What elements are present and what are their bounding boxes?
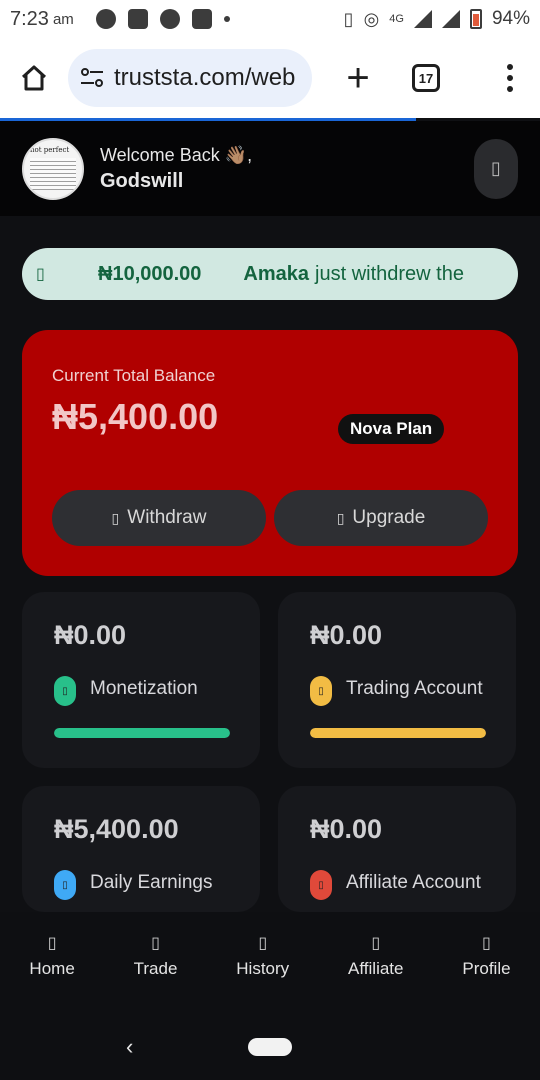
nav-trade-label: Trade xyxy=(133,959,178,978)
trading-account-card[interactable]: ₦0.00 ▯ Trading Account xyxy=(278,592,516,768)
upgrade-icon: ▯ xyxy=(336,509,345,526)
browser-menu-button[interactable] xyxy=(500,64,520,92)
monetization-icon: ▯ xyxy=(54,676,76,706)
nav-home-label: Home xyxy=(29,959,75,978)
notifications-button[interactable]: ▯ xyxy=(474,138,518,199)
youtube-icon xyxy=(191,9,212,29)
monetization-progress xyxy=(54,728,230,738)
vibrate-icon: ▯ xyxy=(343,8,354,29)
battery-icon xyxy=(469,9,482,29)
home-nav-icon: ▯ xyxy=(47,935,57,952)
trading-account-progress xyxy=(310,728,486,738)
withdraw-button[interactable]: ▯ Withdraw xyxy=(52,490,266,546)
signal-icon xyxy=(413,10,432,28)
daily-earnings-value: ₦5,400.00 xyxy=(54,814,179,844)
welcome-text: Welcome Back 👋🏽, xyxy=(100,144,253,165)
daily-earnings-card[interactable]: ₦5,400.00 ▯ Daily Earnings xyxy=(22,786,260,912)
browser-toolbar: truststa.com/web + 17 xyxy=(0,38,540,118)
nav-trade[interactable]: ▯ Trade xyxy=(134,933,178,979)
withdraw-icon: ▯ xyxy=(111,509,120,526)
status-time: 7:23 xyxy=(10,7,49,30)
affiliate-account-icon: ▯ xyxy=(310,870,332,900)
username: Godswill xyxy=(100,169,184,192)
news-icon xyxy=(127,9,148,29)
bottom-navigation: ▯ Home ▯ Trade ▯ History ▯ Affiliate ▯ P… xyxy=(0,912,540,1004)
more-notifications-icon xyxy=(223,16,230,22)
trade-icon: ▯ xyxy=(151,935,160,952)
app-header: not perfect Welcome Back 👋🏽, Godswill ▯ xyxy=(0,121,540,216)
bell-icon: ▯ xyxy=(491,158,501,178)
ticker-message: just withdrew the xyxy=(315,262,464,285)
status-bar: 7:23 am ▯ ◎ 4G 94% xyxy=(0,0,540,38)
ticker-amount: ₦10,000.00 xyxy=(98,262,202,285)
system-status: ▯ ◎ 4G 94% xyxy=(344,8,530,30)
signal-icon-2 xyxy=(441,10,460,28)
daily-earnings-icon: ▯ xyxy=(54,870,76,900)
trading-account-label: Trading Account xyxy=(346,678,483,699)
system-home-pill[interactable] xyxy=(248,1038,292,1056)
system-back-button[interactable]: ‹ xyxy=(126,1034,133,1060)
daily-earnings-label: Daily Earnings xyxy=(90,872,213,893)
history-icon: ▯ xyxy=(258,935,268,952)
affiliate-account-value: ₦0.00 xyxy=(310,814,383,844)
home-icon xyxy=(21,65,47,91)
withdraw-label: Withdraw xyxy=(127,507,207,528)
announcement-icon: ▯ xyxy=(36,266,45,283)
upgrade-button[interactable]: ▯ Upgrade xyxy=(274,490,488,546)
avatar-caption: not perfect xyxy=(30,145,70,154)
withdrawal-ticker: ▯ ₦10,000.00 Amaka just withdrew the xyxy=(22,248,518,300)
affiliate-account-label: Affiliate Account xyxy=(346,872,481,893)
add-contact-icon xyxy=(159,9,180,29)
hotspot-icon: ◎ xyxy=(363,8,380,29)
nav-affiliate[interactable]: ▯ Affiliate xyxy=(348,933,403,979)
trading-account-value: ₦0.00 xyxy=(310,620,383,650)
nav-home[interactable]: ▯ Home xyxy=(29,933,74,979)
monetization-card[interactable]: ₦0.00 ▯ Monetization xyxy=(22,592,260,768)
balance-label: Current Total Balance xyxy=(52,366,216,385)
nav-history[interactable]: ▯ History xyxy=(236,933,289,979)
monetization-label: Monetization xyxy=(90,678,198,699)
monetization-value: ₦0.00 xyxy=(54,620,127,650)
messenger-icon xyxy=(95,9,116,29)
profile-icon: ▯ xyxy=(482,935,491,952)
status-ampm: am xyxy=(52,10,74,28)
url-bar[interactable]: truststa.com/web xyxy=(68,49,312,107)
trading-account-icon: ▯ xyxy=(310,676,332,706)
affiliate-account-card[interactable]: ₦0.00 ▯ Affiliate Account xyxy=(278,786,516,912)
nav-affiliate-label: Affiliate xyxy=(348,959,404,978)
welcome-block: Welcome Back 👋🏽, Godswill xyxy=(100,145,252,193)
battery-percent: 94% xyxy=(491,8,530,29)
upgrade-label: Upgrade xyxy=(352,507,426,528)
tab-switcher-button[interactable]: 17 xyxy=(412,64,440,92)
ticker-name: Amaka xyxy=(243,262,310,285)
site-settings-icon[interactable] xyxy=(80,67,104,89)
avatar[interactable]: not perfect xyxy=(22,137,84,200)
nav-profile[interactable]: ▯ Profile xyxy=(462,933,510,979)
affiliate-icon: ▯ xyxy=(371,935,381,952)
url-text: truststa.com/web xyxy=(114,64,296,91)
nav-history-label: History xyxy=(236,959,290,978)
nav-profile-label: Profile xyxy=(462,959,511,978)
system-navigation-bar: ‹ xyxy=(0,1004,540,1080)
notification-icons xyxy=(95,9,230,29)
plan-badge: Nova Plan xyxy=(338,414,445,444)
balance-card: Current Total Balance ₦5,400.00 Nova Pla… xyxy=(22,330,518,576)
new-tab-button[interactable]: + xyxy=(338,58,378,98)
balance-value: ₦5,400.00 xyxy=(52,396,219,437)
network-type: 4G xyxy=(389,13,404,25)
browser-home-button[interactable] xyxy=(14,58,54,98)
